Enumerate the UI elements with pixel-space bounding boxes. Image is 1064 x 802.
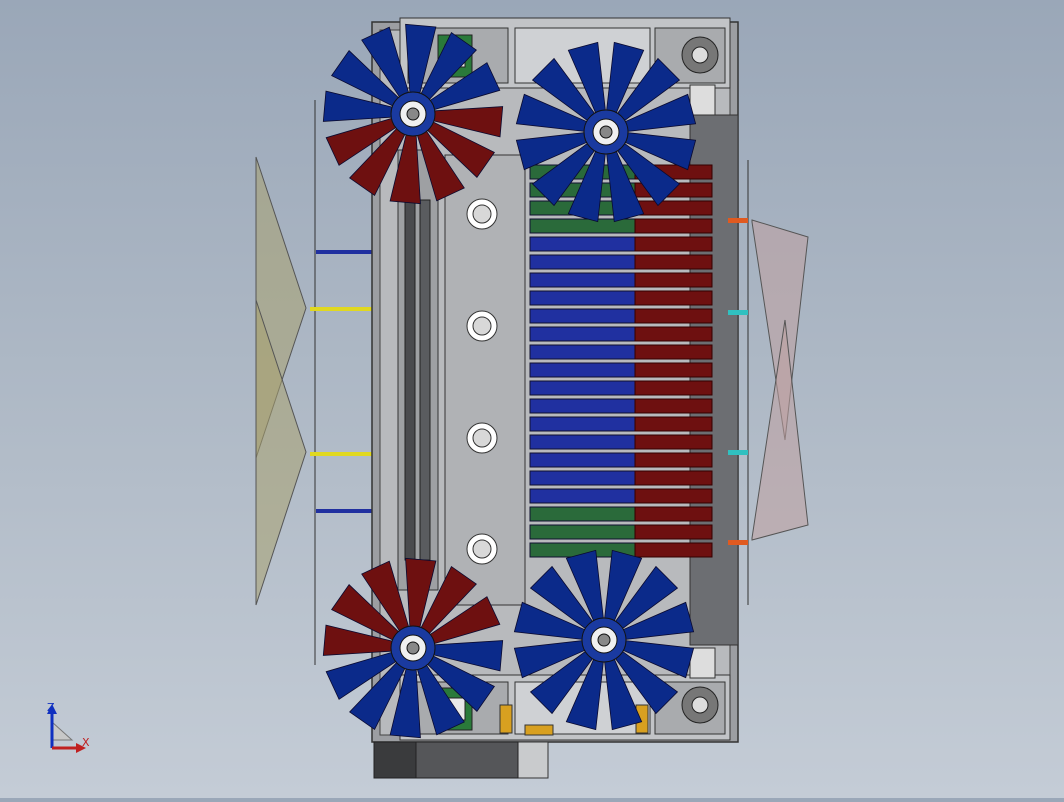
- axis-triad: Z X: [47, 701, 90, 753]
- blade-rack-row: [529, 326, 713, 342]
- fan-hub: [599, 125, 613, 139]
- blade-rack-row: [529, 290, 713, 306]
- fan-rotor-bottom-left: [322, 557, 504, 739]
- blade-rack-row: [529, 380, 713, 396]
- blade-rack-row: [529, 344, 713, 360]
- blade-rack-row: [529, 524, 713, 540]
- center-plate: [444, 154, 526, 606]
- blade-rack-row: [529, 488, 713, 504]
- right-mesh-panel: [728, 160, 809, 605]
- blade-rack-row: [529, 470, 713, 486]
- left-mesh-panel: [255, 100, 316, 665]
- motor-block: [373, 741, 549, 779]
- blade-rack-row: [529, 506, 713, 522]
- fan-hub: [406, 641, 420, 655]
- blade-rack-row: [529, 308, 713, 324]
- fan-hub: [406, 107, 420, 121]
- fan-rotor-top-left: [322, 23, 504, 205]
- fan-hub: [597, 633, 611, 647]
- blade-rack-row: [529, 362, 713, 378]
- x-axis-label: X: [82, 736, 90, 749]
- cad-viewport[interactable]: Z X: [0, 0, 1064, 798]
- cad-model-view: Z X: [47, 17, 809, 779]
- blade-rack-row: [529, 434, 713, 450]
- blade-rack-row: [529, 218, 713, 234]
- blade-rack-row: [529, 452, 713, 468]
- left-rail: [397, 149, 439, 591]
- z-axis-label: Z: [47, 701, 55, 714]
- blade-rack-row: [529, 254, 713, 270]
- blade-rack-row: [529, 236, 713, 252]
- blade-rack-row: [529, 416, 713, 432]
- blade-rack-row: [529, 272, 713, 288]
- blade-rack-row: [529, 398, 713, 414]
